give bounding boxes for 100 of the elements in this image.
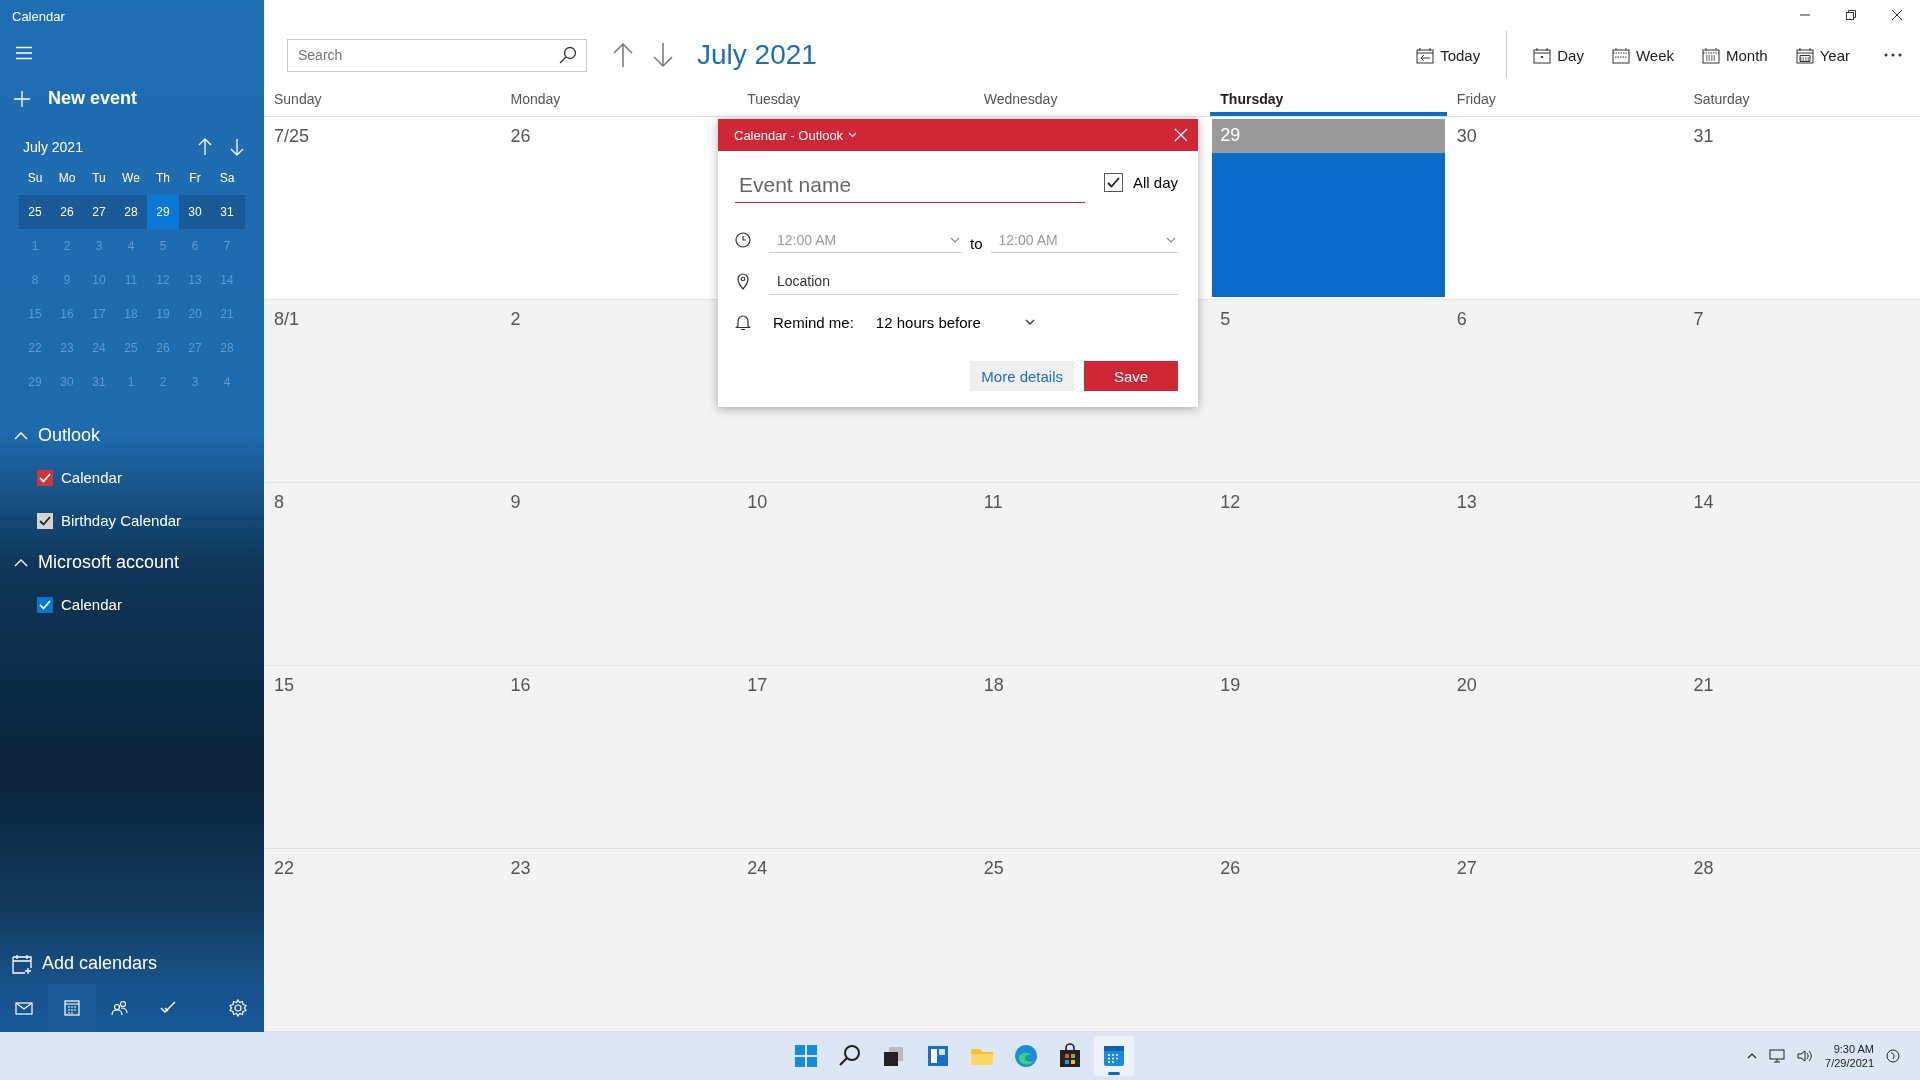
mini-calendar-day[interactable]: 29 xyxy=(19,365,51,399)
mini-calendar-day[interactable]: 31 xyxy=(83,365,115,399)
day-view-button[interactable]: Day xyxy=(1523,40,1594,70)
new-event-button[interactable]: New event xyxy=(14,88,138,109)
save-button[interactable]: Save xyxy=(1084,361,1178,391)
week-view-button[interactable]: Week xyxy=(1601,40,1684,70)
mini-calendar-day[interactable]: 28 xyxy=(115,195,147,229)
calendar-icon xyxy=(1101,1043,1127,1069)
checkbox[interactable] xyxy=(37,596,53,613)
mini-calendar-day[interactable]: 25 xyxy=(115,331,147,365)
browser-icon xyxy=(1013,1043,1039,1069)
mini-calendar-title: July 2021 xyxy=(22,139,84,155)
account-header[interactable]: Outlook xyxy=(0,415,115,456)
mini-calendar-day[interactable]: 12 xyxy=(147,263,179,297)
checkbox[interactable] xyxy=(37,469,53,486)
close-icon[interactable] xyxy=(1891,9,1903,21)
day-number: 30 xyxy=(1455,125,1478,148)
day-number: 28 xyxy=(1692,857,1715,880)
today-view-button[interactable]: Today xyxy=(1406,40,1491,70)
mini-calendar-day[interactable]: 30 xyxy=(51,365,83,399)
day-number: 12 xyxy=(1219,491,1242,514)
restore-icon[interactable] xyxy=(1845,9,1857,21)
notification-icon[interactable] xyxy=(1886,1049,1900,1063)
mini-calendar-day[interactable]: 25 xyxy=(19,195,51,229)
day-number: 19 xyxy=(1219,674,1242,697)
mini-calendar-day[interactable]: 3 xyxy=(83,229,115,263)
mini-calendar-day[interactable]: 7 xyxy=(211,229,243,263)
up-arrow-icon[interactable] xyxy=(197,138,213,156)
chevron-down-icon xyxy=(848,132,858,138)
day-number: 17 xyxy=(746,674,769,697)
mini-calendar-day[interactable]: 31 xyxy=(211,195,243,229)
day-number: 29 xyxy=(1212,119,1445,153)
calendar-taskbar-button[interactable] xyxy=(1094,1036,1134,1076)
day-number: 2 xyxy=(509,308,522,331)
mini-calendar-day[interactable]: 23 xyxy=(51,331,83,365)
mini-calendar-day[interactable]: 2 xyxy=(51,229,83,263)
mini-calendar-day[interactable]: 4 xyxy=(115,229,147,263)
day-number: 20 xyxy=(1455,674,1478,697)
mini-calendar-day[interactable]: 4 xyxy=(211,365,243,399)
mini-calendar-day[interactable]: 3 xyxy=(179,365,211,399)
chevron-icon xyxy=(14,431,28,440)
year-view-button[interactable]: Year xyxy=(1785,40,1860,70)
mini-calendar-day[interactable]: 19 xyxy=(147,297,179,331)
clock-date: 7/29/2021 xyxy=(1825,1056,1874,1070)
day-number: 13 xyxy=(1455,491,1478,514)
weekday-header: Tuesday xyxy=(746,90,802,109)
mini-calendar-day[interactable]: 20 xyxy=(179,297,211,331)
time-dropdown: 12:00 AM xyxy=(990,227,1178,253)
up-arrow-icon[interactable] xyxy=(611,42,635,68)
account-header[interactable]: Microsoft account xyxy=(0,542,194,583)
speaker-icon[interactable] xyxy=(1797,1049,1814,1063)
mini-calendar-day[interactable]: 27 xyxy=(179,331,211,365)
more-details-button[interactable]: More details xyxy=(970,361,1074,391)
day-number: 31 xyxy=(1692,125,1715,148)
mini-calendar-day[interactable]: 6 xyxy=(179,229,211,263)
mini-calendar-day[interactable]: 8 xyxy=(19,263,51,297)
monitor-icon[interactable] xyxy=(1769,1049,1786,1063)
mini-calendar-day[interactable]: 28 xyxy=(211,331,243,365)
reminder-dropdown[interactable]: 12 hours before xyxy=(875,313,1035,331)
search-icon[interactable] xyxy=(559,45,577,64)
clock[interactable]: 9:30 AM 7/29/2021 xyxy=(1825,1042,1874,1070)
mini-calendar-day[interactable]: 29 xyxy=(147,195,179,229)
day-number: 7/25 xyxy=(273,125,311,148)
down-arrow-icon[interactable] xyxy=(229,138,245,156)
mini-calendar-day[interactable]: 21 xyxy=(211,297,243,331)
mini-calendar-day[interactable]: 2 xyxy=(147,365,179,399)
mini-calendar-day[interactable]: 27 xyxy=(83,195,115,229)
mini-calendar-day[interactable]: 16 xyxy=(51,297,83,331)
mini-calendar-day[interactable]: 14 xyxy=(211,263,243,297)
calendar-add-icon xyxy=(12,953,32,974)
mini-calendar-day[interactable]: 9 xyxy=(51,263,83,297)
down-arrow-icon[interactable] xyxy=(651,42,675,68)
mini-calendar-day[interactable]: 5 xyxy=(147,229,179,263)
mini-calendar-day[interactable]: 1 xyxy=(19,229,51,263)
calendar-picker[interactable]: Calendar - Outlook xyxy=(734,127,858,143)
mini-calendar-day[interactable]: 15 xyxy=(19,297,51,331)
time-dropdown: 12:00 AM xyxy=(769,227,962,253)
mini-calendar-day[interactable]: 1 xyxy=(115,365,147,399)
selected-day-cell[interactable]: 29 xyxy=(1210,117,1447,299)
mini-calendar-day[interactable]: 26 xyxy=(51,195,83,229)
day-number: 11 xyxy=(982,491,1004,514)
location-pin-icon xyxy=(735,272,751,290)
mini-calendar-day[interactable]: 13 xyxy=(179,263,211,297)
mini-calendar-day[interactable]: 18 xyxy=(115,297,147,331)
search-field[interactable]: Search xyxy=(287,38,587,72)
mini-calendar-day[interactable]: 30 xyxy=(179,195,211,229)
mini-calendar-day[interactable]: 24 xyxy=(83,331,115,365)
mini-calendar-day[interactable]: 26 xyxy=(147,331,179,365)
calendar-nav-button[interactable] xyxy=(48,984,96,1032)
chevron-up-icon[interactable] xyxy=(1747,1053,1758,1059)
month-view-button[interactable]: Month xyxy=(1692,40,1778,70)
mini-calendar-day[interactable]: 11 xyxy=(115,263,147,297)
mini-calendar-day[interactable]: 17 xyxy=(83,297,115,331)
mini-calendar-day[interactable]: 22 xyxy=(19,331,51,365)
mini-calendar-day[interactable]: 10 xyxy=(83,263,115,297)
menu-icon[interactable] xyxy=(16,46,32,60)
add-calendars-button[interactable]: Add calendars xyxy=(0,943,170,984)
day-number: 26 xyxy=(1219,857,1242,880)
calendar-name: Birthday Calendar xyxy=(61,512,182,529)
all-day-checkbox[interactable] xyxy=(1103,173,1123,192)
